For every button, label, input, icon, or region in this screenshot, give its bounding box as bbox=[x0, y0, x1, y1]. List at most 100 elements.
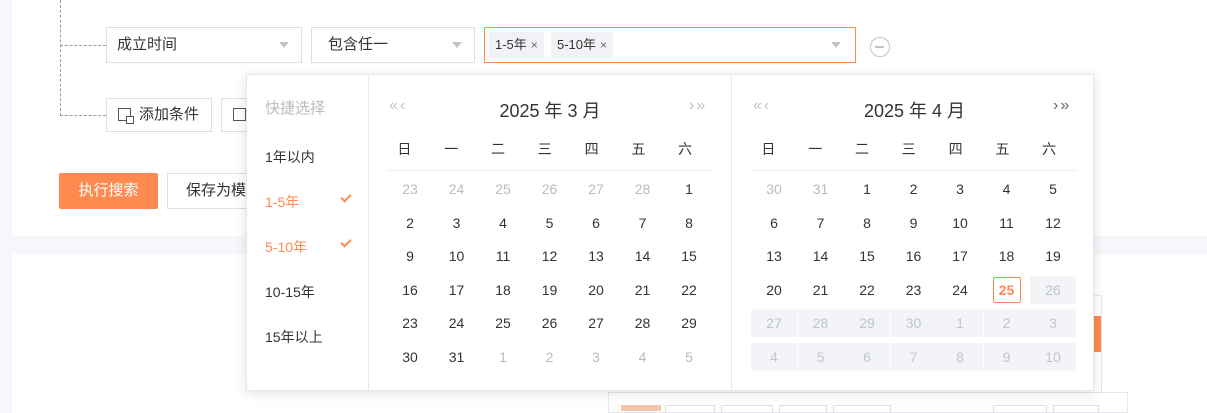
quick-select-item[interactable]: 5-10年 bbox=[265, 236, 355, 257]
calendar-day[interactable]: 18 bbox=[984, 242, 1030, 270]
calendar-day[interactable]: 13 bbox=[573, 242, 619, 270]
calendar-day[interactable]: 16 bbox=[891, 242, 937, 270]
divider bbox=[387, 170, 713, 171]
calendar-day-today[interactable]: 25 bbox=[984, 276, 1030, 304]
calendar-day[interactable]: 12 bbox=[527, 242, 573, 270]
calendar-day[interactable]: 15 bbox=[666, 242, 712, 270]
calendar-day[interactable]: 25 bbox=[480, 309, 526, 337]
calendar-day[interactable]: 2 bbox=[891, 175, 937, 203]
calendar-day[interactable]: 2 bbox=[387, 209, 433, 237]
calendar-day[interactable]: 17 bbox=[434, 276, 480, 304]
calendar-day[interactable]: 1 bbox=[844, 175, 890, 203]
close-icon[interactable]: × bbox=[600, 38, 607, 52]
calendar-day[interactable]: 23 bbox=[387, 309, 433, 337]
calendar-day[interactable]: 22 bbox=[844, 276, 890, 304]
calendar-day[interactable]: 21 bbox=[620, 276, 666, 304]
next-month-year-icon[interactable]: ›» bbox=[689, 97, 707, 115]
calendar-day[interactable]: 30 bbox=[751, 175, 797, 203]
calendar-day[interactable]: 31 bbox=[434, 343, 480, 371]
calendar-day[interactable]: 17 bbox=[937, 242, 983, 270]
calendar-day[interactable]: 24 bbox=[937, 276, 983, 304]
calendar-day[interactable]: 3 bbox=[937, 175, 983, 203]
search-button[interactable]: 执行搜索 bbox=[59, 173, 158, 209]
calendar-day[interactable]: 1 bbox=[666, 175, 712, 203]
calendar-day-number: 4 bbox=[638, 348, 647, 365]
quick-select-item[interactable]: 10-15年 bbox=[265, 282, 355, 302]
calendar-day[interactable]: 4 bbox=[620, 343, 666, 371]
calendar-day-number: 3 bbox=[1049, 315, 1057, 331]
calendar-day[interactable]: 6 bbox=[573, 209, 619, 237]
calendar-day-number: 4 bbox=[770, 348, 778, 365]
calendar-day[interactable]: 8 bbox=[844, 209, 890, 237]
calendar-day-number: 12 bbox=[541, 248, 558, 264]
calendar-day[interactable]: 11 bbox=[480, 242, 526, 270]
calendar-day[interactable]: 19 bbox=[527, 276, 573, 304]
calendar-day[interactable]: 29 bbox=[666, 309, 712, 337]
calendar-day[interactable]: 27 bbox=[573, 175, 619, 203]
value-multi-select[interactable]: 1-5年 × 5-10年 × bbox=[484, 27, 856, 63]
calendar-day[interactable]: 30 bbox=[387, 343, 433, 371]
calendar-day[interactable]: 3 bbox=[434, 209, 480, 237]
quick-select-item-label: 15年以上 bbox=[265, 329, 323, 345]
quick-select-item-label: 10-15年 bbox=[265, 284, 315, 300]
calendar-day[interactable]: 10 bbox=[937, 209, 983, 237]
calendar-day[interactable]: 4 bbox=[984, 175, 1030, 203]
calendar-day[interactable]: 26 bbox=[527, 175, 573, 203]
calendar-day[interactable]: 24 bbox=[434, 309, 480, 337]
calendar-day[interactable]: 20 bbox=[573, 276, 619, 304]
next-month-year-icon[interactable]: ›» bbox=[1053, 97, 1071, 115]
calendar-day[interactable]: 7 bbox=[798, 209, 844, 237]
calendar-day[interactable]: 16 bbox=[387, 276, 433, 304]
calendar-day[interactable]: 27 bbox=[573, 309, 619, 337]
calendar-day[interactable]: 26 bbox=[527, 309, 573, 337]
calendar-day[interactable]: 24 bbox=[434, 175, 480, 203]
calendar-day-number: 10 bbox=[448, 248, 465, 264]
calendar-day[interactable]: 22 bbox=[666, 276, 712, 304]
calendar-day[interactable]: 1 bbox=[480, 343, 526, 371]
calendar-day[interactable]: 31 bbox=[798, 175, 844, 203]
calendar-day[interactable]: 20 bbox=[751, 276, 797, 304]
calendar-day[interactable]: 13 bbox=[751, 242, 797, 270]
calendar-day[interactable]: 8 bbox=[666, 209, 712, 237]
calendar-day[interactable]: 12 bbox=[1030, 209, 1076, 237]
calendar-day[interactable]: 23 bbox=[891, 276, 937, 304]
calendar-day[interactable]: 5 bbox=[666, 343, 712, 371]
calendar-day[interactable]: 14 bbox=[620, 242, 666, 270]
quick-select-item[interactable]: 15年以上 bbox=[265, 327, 355, 347]
quick-select-item[interactable]: 1-5年 bbox=[265, 191, 355, 212]
calendar-day[interactable]: 6 bbox=[751, 209, 797, 237]
calendar-day[interactable]: 19 bbox=[1030, 242, 1076, 270]
calendar-day[interactable]: 5 bbox=[527, 209, 573, 237]
operator-select[interactable]: 包含任一 bbox=[311, 27, 475, 63]
calendar-day[interactable]: 10 bbox=[434, 242, 480, 270]
quick-select-item[interactable]: 1年以内 bbox=[265, 147, 355, 167]
calendar-day[interactable]: 25 bbox=[480, 175, 526, 203]
calendar-day[interactable]: 23 bbox=[387, 175, 433, 203]
calendar-day[interactable]: 9 bbox=[891, 209, 937, 237]
add-condition-button[interactable]: 添加条件 bbox=[106, 98, 212, 132]
calendar-day[interactable]: 5 bbox=[1030, 175, 1076, 203]
calendar-day[interactable]: 2 bbox=[527, 343, 573, 371]
background-toolbar-title bbox=[621, 405, 661, 411]
save-template-button[interactable]: 保存为模板 bbox=[167, 173, 257, 209]
calendar-day[interactable]: 7 bbox=[620, 209, 666, 237]
close-icon[interactable]: × bbox=[531, 38, 538, 52]
selected-tag: 5-10年 × bbox=[551, 32, 614, 58]
calendar-day[interactable]: 18 bbox=[480, 276, 526, 304]
calendar-day[interactable]: 4 bbox=[480, 209, 526, 237]
field-select[interactable]: 成立时间 bbox=[106, 27, 302, 63]
calendar-day[interactable]: 28 bbox=[620, 309, 666, 337]
calendar-day[interactable]: 28 bbox=[620, 175, 666, 203]
calendar-day[interactable]: 14 bbox=[798, 242, 844, 270]
calendar-day[interactable]: 3 bbox=[573, 343, 619, 371]
calendar-day-number: 22 bbox=[681, 281, 697, 298]
calendar-day[interactable]: 11 bbox=[984, 209, 1030, 237]
calendar-day: 26 bbox=[1030, 275, 1076, 304]
calendar-day[interactable]: 21 bbox=[798, 276, 844, 304]
calendar-day-number: 23 bbox=[402, 315, 418, 331]
remove-condition-icon[interactable] bbox=[870, 37, 890, 57]
calendar-day[interactable]: 15 bbox=[844, 242, 890, 270]
calendar-day-number: 30 bbox=[766, 181, 782, 197]
calendar-day[interactable]: 9 bbox=[387, 242, 433, 270]
calendar-day-number: 3 bbox=[592, 348, 600, 365]
